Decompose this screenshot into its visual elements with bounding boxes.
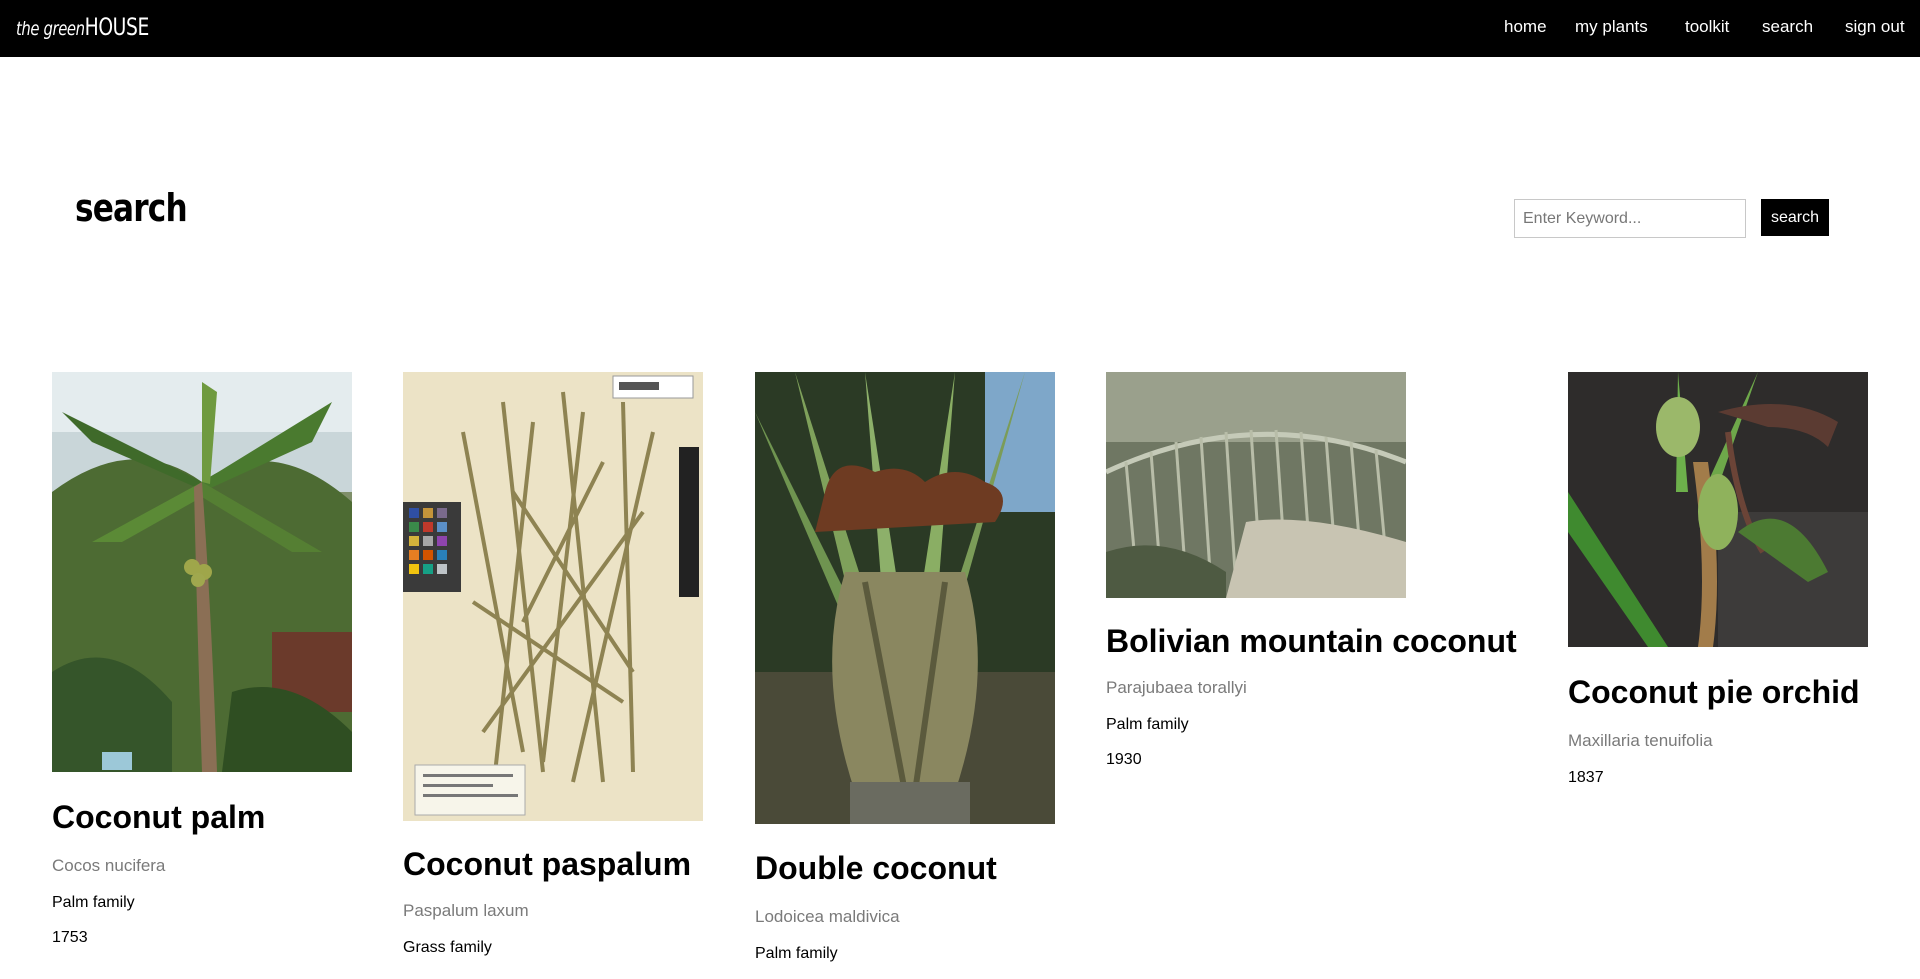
brand-prefix: the green <box>16 18 85 40</box>
plant-scientific-name: Maxillaria tenuifolia <box>1568 730 1713 750</box>
plant-year: 1930 <box>1106 750 1142 768</box>
result-card-bolivian-mountain-coconut[interactable]: Bolivian mountain coconut Parajubaea tor… <box>1106 372 1517 769</box>
nav-link-search[interactable]: search <box>1762 17 1813 37</box>
brand-suffix: HOUSE <box>84 13 150 41</box>
plant-scientific-name: Cocos nucifera <box>52 855 166 875</box>
plant-year: 1837 <box>1568 768 1604 786</box>
plant-family: Palm family <box>52 893 135 911</box>
top-navigation-bar: the greenHOUSE home my plants toolkit se… <box>0 0 1920 57</box>
plant-common-name: Double coconut <box>755 850 997 886</box>
double-coconut-image <box>755 372 1055 824</box>
coconut-palm-image <box>52 372 352 772</box>
search-button[interactable]: search <box>1761 199 1829 236</box>
plant-family: Palm family <box>755 944 838 962</box>
plant-common-name: Coconut pie orchid <box>1568 674 1860 710</box>
plant-family: Grass family <box>403 938 492 956</box>
page-title: search <box>75 186 188 230</box>
palm-fronds-image <box>1106 372 1406 598</box>
orchid-image <box>1568 372 1868 647</box>
plant-common-name: Coconut palm <box>52 799 266 835</box>
nav-link-home[interactable]: home <box>1504 17 1547 37</box>
result-card-coconut-paspalum[interactable]: Coconut paspalum Paspalum laxum Grass fa… <box>403 372 703 957</box>
plant-scientific-name: Lodoicea maldivica <box>755 906 900 926</box>
nav-link-toolkit[interactable]: toolkit <box>1685 17 1729 37</box>
result-card-double-coconut[interactable]: Double coconut Lodoicea maldivica Palm f… <box>755 372 1055 963</box>
plant-scientific-name: Parajubaea torallyi <box>1106 677 1247 697</box>
plant-year: 1753 <box>52 928 88 946</box>
nav-link-my-plants[interactable]: my plants <box>1575 17 1648 37</box>
result-card-coconut-palm[interactable]: Coconut palm Cocos nucifera Palm family … <box>52 372 352 947</box>
plant-common-name: Bolivian mountain coconut <box>1106 623 1517 659</box>
search-input[interactable] <box>1514 199 1746 238</box>
plant-scientific-name: Paspalum laxum <box>403 900 529 920</box>
plant-common-name: Coconut paspalum <box>403 846 692 882</box>
nav-link-sign-out[interactable]: sign out <box>1845 17 1905 37</box>
brand-logo[interactable]: the greenHOUSE <box>16 13 149 41</box>
herbarium-specimen-image <box>403 372 703 821</box>
plant-family: Palm family <box>1106 715 1189 733</box>
result-card-coconut-pie-orchid[interactable]: Coconut pie orchid Maxillaria tenuifolia… <box>1568 372 1868 787</box>
